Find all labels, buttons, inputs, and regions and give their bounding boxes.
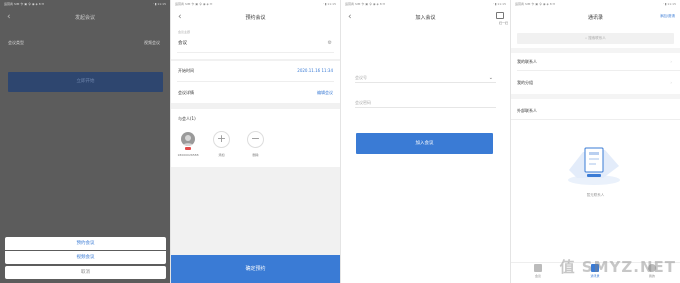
- sheet-option-schedule[interactable]: 预约会议: [5, 237, 166, 250]
- contacts-row-external[interactable]: 外部联系人: [517, 105, 674, 117]
- search-input[interactable]: ⌕ 搜索联系人: [517, 33, 674, 44]
- divider: [177, 81, 334, 82]
- nav-bar: ‹ 预约会议: [171, 9, 340, 27]
- settings-icon[interactable]: ⚙: [328, 40, 332, 46]
- password-input[interactable]: 会议密码: [355, 98, 496, 108]
- page-title: 预约会议: [245, 15, 266, 21]
- stage: 运营商 SIM 卡 ▣ 令 ◉ ◈ 8 ✉ ʼ ▮ 11:15 ‹ 发起会议 会…: [0, 0, 680, 283]
- divider: [177, 52, 334, 53]
- panel-schedule-meeting: 运营商 SIM 卡 ▣ 令 ◉ ◈ ✉ ʼ ▮ 11:15 ‹ 预约会议 会议主…: [171, 0, 340, 283]
- sheet-option-video[interactable]: 视频会议: [5, 251, 166, 264]
- panel-join-meeting: 运营商 SIM 卡 ▣ 令 ◉ ◈ 8 ✉ ʼ ▮ 11:15 ‹ 加入会议 扫…: [341, 0, 510, 283]
- section-gap: [511, 94, 680, 99]
- page-title: 发起会议: [74, 15, 95, 21]
- contacts-row-mine[interactable]: 我的联系人 ›: [517, 56, 674, 68]
- details-label: 会议详情: [178, 90, 194, 95]
- meeting-tab-icon: [534, 264, 542, 272]
- divider: [511, 119, 680, 120]
- panel-start-meeting: 运营商 SIM 卡 ▣ 令 ◉ ◈ 8 ✉ ʼ ▮ 11:15 ‹ 发起会议 会…: [0, 0, 170, 283]
- meeting-type-label: 会议类型: [8, 40, 24, 45]
- start-now-button[interactable]: 立即开始: [8, 72, 163, 92]
- nav-bar: 通讯录 添加/邀请: [511, 9, 680, 27]
- chevron-right-icon: ›: [670, 59, 672, 64]
- meeting-type-row[interactable]: 会议类型 视频会议: [0, 38, 170, 48]
- chevron-down-icon[interactable]: ⌄: [489, 73, 493, 83]
- start-time-value[interactable]: 2020.11.16 11:34: [297, 68, 333, 73]
- panel-contacts: 运营商 SIM 卡 ▣ 令 ◉ ◈ 8 ✉ ʼ ▮ 11:15 通讯录 添加/邀…: [511, 0, 680, 283]
- remove-label: 删除: [252, 153, 259, 157]
- site-watermark: 值 SMYZ.NET: [559, 258, 676, 276]
- scan-icon[interactable]: [496, 12, 504, 19]
- page-title: 加入会议: [415, 15, 436, 21]
- meeting-id-input[interactable]: 会议号 ⌄: [355, 73, 496, 83]
- status-bar: 运营商 SIM 卡 ▣ 令 ◉ ◈ ✉ ʼ ▮ 11:15: [171, 0, 340, 9]
- participant-name: 18000026588: [177, 153, 199, 157]
- host-badge: [185, 147, 191, 150]
- status-bar: 运营商 SIM 卡 ▣ 令 ◉ ◈ 8 ✉ ʼ ▮ 11:15: [511, 0, 680, 9]
- password-placeholder: 会议密码: [355, 100, 371, 105]
- status-bar: 运营商 SIM 卡 ▣ 令 ◉ ◈ 8 ✉ ʼ ▮ 11:15: [341, 0, 510, 9]
- confirm-schedule-button[interactable]: 确定预约: [171, 255, 340, 283]
- chevron-right-icon: ›: [670, 80, 672, 85]
- status-right: ʼ ▮ 11:15: [492, 2, 506, 6]
- sheet-cancel-button[interactable]: 取消: [5, 266, 166, 279]
- row-label: 我的联系人: [517, 59, 537, 64]
- status-right: ʼ ▮ 11:15: [322, 2, 336, 6]
- join-meeting-button[interactable]: 加入会议: [356, 133, 493, 154]
- status-right: ʼ ▮ 11:15: [152, 2, 166, 6]
- edit-details-link[interactable]: 编辑会议: [317, 90, 333, 96]
- tab-meeting[interactable]: 会议: [523, 264, 553, 278]
- meeting-type-value: 视频会议: [144, 40, 160, 45]
- nav-bar: ‹ 发起会议: [0, 9, 170, 27]
- row-label: 我的分组: [517, 80, 533, 85]
- nav-bar: ‹ 加入会议: [341, 9, 510, 27]
- search-placeholder: 搜索联系人: [588, 36, 606, 40]
- participants-label: 与会人(1): [178, 116, 196, 121]
- time-card: 开始时间 2020.11.16 11:34 会议详情 编辑会议: [171, 61, 340, 103]
- empty-text: 暂无联系人: [586, 193, 605, 197]
- row-label: 外部联系人: [517, 108, 537, 113]
- start-time-label: 开始时间: [178, 68, 194, 73]
- contacts-row-groups[interactable]: 我的分组 ›: [517, 77, 674, 89]
- contacts-empty-icon: [568, 147, 620, 185]
- page-title: 通讯录: [587, 15, 603, 21]
- status-left: 运营商 SIM 卡 ▣ 令 ◉ ◈ 8 ✉: [345, 2, 386, 6]
- tab-label: 会议: [534, 274, 541, 278]
- minus-icon[interactable]: −: [247, 131, 264, 148]
- avatar-icon: [181, 132, 195, 146]
- header-card: 运营商 SIM 卡 ▣ 令 ◉ ◈ ✉ ʼ ▮ 11:15 ‹ 预约会议 会议主…: [171, 0, 340, 59]
- add-invite-link[interactable]: 添加/邀请: [660, 14, 675, 19]
- scan-label: 扫一扫: [498, 21, 508, 25]
- status-left: 运营商 SIM 卡 ▣ 令 ◉ ◈ 8 ✉: [4, 2, 45, 6]
- section-gap: [511, 48, 680, 53]
- divider: [517, 70, 680, 71]
- add-label: 添加: [218, 153, 225, 157]
- status-right: ʼ ▮ 11:15: [662, 2, 676, 6]
- subject-label: 会议主题: [178, 30, 191, 34]
- status-bar: 运营商 SIM 卡 ▣ 令 ◉ ◈ 8 ✉ ʼ ▮ 11:15: [0, 0, 170, 9]
- participants-card: 与会人(1) 18000026588 + 添加 − 删除: [171, 109, 340, 167]
- status-left: 运营商 SIM 卡 ▣ 令 ◉ ◈ ✉: [175, 2, 213, 6]
- plus-icon[interactable]: +: [213, 131, 230, 148]
- meeting-id-placeholder: 会议号: [355, 75, 367, 80]
- status-left: 运营商 SIM 卡 ▣ 令 ◉ ◈ 8 ✉: [515, 2, 556, 6]
- subject-input[interactable]: 会议: [178, 40, 187, 46]
